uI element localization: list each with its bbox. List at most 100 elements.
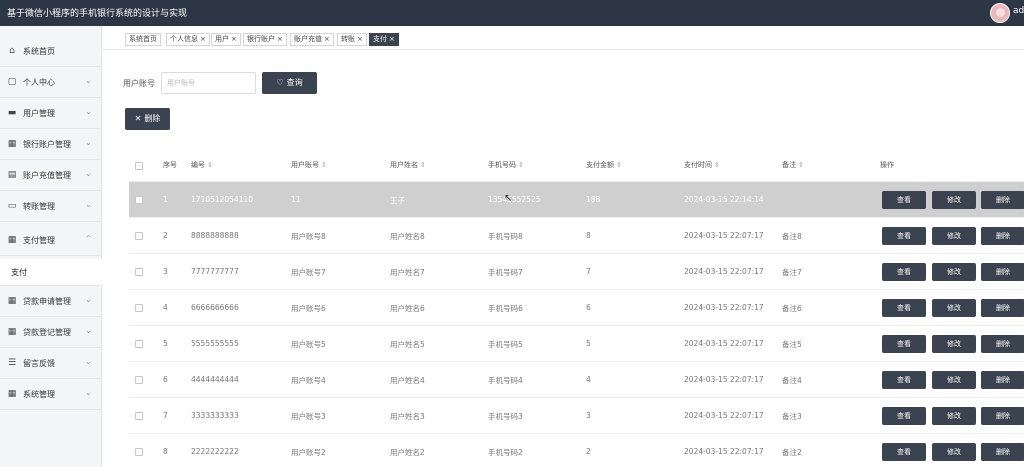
row-checkbox[interactable] — [135, 340, 143, 348]
column-header-account[interactable]: 用户账号 ⇕ — [291, 160, 327, 170]
row-delete-button[interactable]: 删除 — [981, 227, 1024, 245]
tag-recharge[interactable]: 账户充值 × — [290, 33, 334, 46]
column-header-phone[interactable]: 手机号码 ⇕ — [488, 160, 524, 170]
row-checkbox[interactable] — [135, 376, 143, 384]
edit-button[interactable]: 修改 — [932, 407, 976, 425]
sidebar-item-user-management[interactable]: ▬ 用户管理 ⌄ — [0, 98, 102, 129]
edit-button[interactable]: 修改 — [932, 371, 976, 389]
edit-button[interactable]: 修改 — [932, 191, 976, 209]
edit-button[interactable]: 修改 — [932, 335, 976, 353]
table-row[interactable]: 1 1710512054110 11 王子 13545552525 188 20… — [129, 182, 1024, 218]
edit-button[interactable]: 修改 — [932, 443, 976, 461]
tag-home[interactable]: 系统首页 — [125, 33, 161, 46]
cell-name: 用户姓名2 — [390, 448, 425, 457]
sort-icon[interactable]: ⇕ — [798, 161, 804, 169]
sidebar-item-bank-account[interactable]: ▦ 银行账户管理 ⌄ — [0, 129, 102, 160]
tag-personal-info[interactable]: 个人信息 × — [166, 33, 210, 46]
edit-button[interactable]: 修改 — [932, 299, 976, 317]
row-delete-button[interactable]: 删除 — [981, 299, 1024, 317]
view-button[interactable]: 查看 — [882, 371, 926, 389]
table-row[interactable]: 5 5555555555 用户账号5 用户姓名5 手机号码5 5 2024-03… — [129, 326, 1024, 362]
sort-icon[interactable]: ⇕ — [207, 161, 213, 169]
cell-amount: 4 — [586, 375, 591, 384]
avatar[interactable] — [990, 3, 1010, 23]
sidebar-item-home[interactable]: ⌂ 系统首页 — [0, 36, 102, 67]
sort-icon[interactable]: ⇕ — [420, 161, 426, 169]
tag-bank-account[interactable]: 银行账户 × — [243, 33, 287, 46]
view-button[interactable]: 查看 — [882, 191, 926, 209]
cell-account: 用户账号4 — [291, 376, 326, 385]
column-header-time[interactable]: 支付时间 ⇕ — [684, 160, 720, 170]
sidebar-item-label: 支付管理 — [23, 236, 55, 245]
table-row[interactable]: 7 3333333333 用户账号3 用户姓名3 手机号码3 3 2024-03… — [129, 398, 1024, 434]
sidebar-item-payment[interactable]: ▦ 支付管理 ⌃ — [0, 225, 102, 256]
grid-icon: ▦ — [7, 296, 17, 306]
row-checkbox[interactable] — [135, 268, 143, 276]
chevron-down-icon: ⌄ — [85, 169, 92, 178]
row-delete-button[interactable]: 删除 — [981, 371, 1024, 389]
cell-note: 备注2 — [782, 448, 802, 457]
view-button[interactable]: 查看 — [882, 263, 926, 281]
delete-button[interactable]: ✕ 删除 — [125, 108, 170, 130]
tag-transfer[interactable]: 转账 × — [337, 33, 367, 46]
close-icon[interactable]: × — [277, 35, 283, 43]
cell-index: 1 — [163, 195, 168, 204]
sidebar-item-loan-application[interactable]: ▦ 贷款申请管理 ⌄ — [0, 286, 102, 317]
search-button[interactable]: ♡ 查询 — [262, 72, 317, 94]
close-icon[interactable]: × — [324, 35, 330, 43]
view-button[interactable]: 查看 — [882, 335, 926, 353]
row-checkbox[interactable] — [135, 304, 143, 312]
sidebar-item-recharge[interactable]: ▤ 账户充值管理 ⌄ — [0, 160, 102, 191]
search-input[interactable] — [161, 72, 256, 94]
close-icon[interactable]: × — [389, 35, 395, 43]
sidebar-item-transfer[interactable]: ▭ 转账管理 ⌄ — [0, 191, 102, 222]
column-header-amount[interactable]: 支付金额 ⇕ — [586, 160, 622, 170]
column-header-name[interactable]: 用户姓名 ⇕ — [390, 160, 426, 170]
row-delete-button[interactable]: 删除 — [981, 263, 1024, 281]
tag-user[interactable]: 用户 × — [211, 33, 241, 46]
username[interactable]: ad — [1013, 6, 1024, 16]
row-delete-button[interactable]: 删除 — [981, 443, 1024, 461]
chevron-down-icon: ⌄ — [85, 76, 92, 85]
row-checkbox[interactable] — [135, 196, 143, 204]
sort-icon[interactable]: ⇕ — [518, 161, 524, 169]
sort-icon[interactable]: ⇕ — [714, 161, 720, 169]
close-icon[interactable]: × — [231, 35, 237, 43]
cell-code: 6666666666 — [191, 303, 239, 312]
row-delete-button[interactable]: 删除 — [981, 407, 1024, 425]
select-all-checkbox[interactable] — [135, 162, 143, 170]
cell-time: 2024-03-15 22:07:17 — [684, 447, 764, 456]
sidebar-item-personal-center[interactable]: ▢ 个人中心 ⌄ — [0, 67, 102, 98]
close-icon[interactable]: × — [200, 35, 206, 43]
column-header-code[interactable]: 编号 ⇕ — [191, 160, 213, 170]
view-button[interactable]: 查看 — [882, 299, 926, 317]
sidebar-subitem-payment[interactable]: 支付 — [0, 259, 102, 286]
view-button[interactable]: 查看 — [882, 227, 926, 245]
table-row[interactable]: 3 7777777777 用户账号7 用户姓名7 手机号码7 7 2024-03… — [129, 254, 1024, 290]
view-button[interactable]: 查看 — [882, 407, 926, 425]
table-row[interactable]: 4 6666666666 用户账号6 用户姓名6 手机号码6 6 2024-03… — [129, 290, 1024, 326]
close-icon[interactable]: × — [357, 35, 363, 43]
sidebar-item-system-management[interactable]: ▦ 系统管理 ⌄ — [0, 379, 102, 410]
cell-account: 用户账号7 — [291, 268, 326, 277]
tag-payment[interactable]: 支付 × — [369, 33, 399, 46]
sort-icon[interactable]: ⇕ — [616, 161, 622, 169]
table-row[interactable]: 8 2222222222 用户账号2 用户姓名2 手机号码2 2 2024-03… — [129, 434, 1024, 467]
sidebar-item-loan-registration[interactable]: ▦ 贷款登记管理 ⌄ — [0, 317, 102, 348]
edit-button[interactable]: 修改 — [932, 227, 976, 245]
row-delete-button[interactable]: 删除 — [981, 191, 1024, 209]
table-row[interactable]: 2 8888888888 用户账号8 用户姓名8 手机号码8 8 2024-03… — [129, 218, 1024, 254]
row-checkbox[interactable] — [135, 448, 143, 456]
row-delete-button[interactable]: 删除 — [981, 335, 1024, 353]
sort-icon[interactable]: ⇕ — [321, 161, 327, 169]
delete-button-label: 删除 — [144, 114, 161, 123]
view-button[interactable]: 查看 — [882, 443, 926, 461]
column-header-note[interactable]: 备注 ⇕ — [782, 160, 804, 170]
row-checkbox[interactable] — [135, 412, 143, 420]
row-checkbox[interactable] — [135, 232, 143, 240]
table-row[interactable]: 6 4444444444 用户账号4 用户姓名4 手机号码4 4 2024-03… — [129, 362, 1024, 398]
sidebar-item-feedback[interactable]: ☰ 留言反馈 ⌄ — [0, 348, 102, 379]
cell-index: 7 — [163, 411, 168, 420]
cell-name: 用户姓名8 — [390, 232, 425, 241]
edit-button[interactable]: 修改 — [932, 263, 976, 281]
